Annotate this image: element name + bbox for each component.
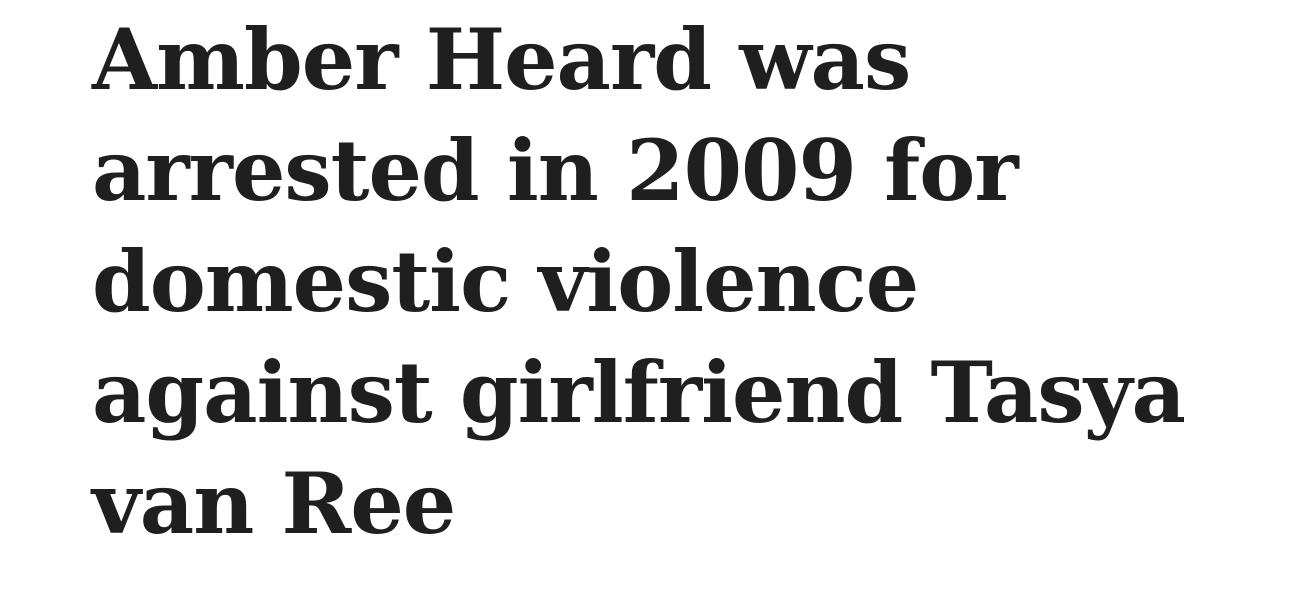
headline-line: arrested in 2009 for [92, 121, 1019, 220]
headline-line: van Ree [92, 454, 456, 553]
headline-line: Amber Heard was [92, 10, 911, 109]
headline-line: domestic violence [92, 232, 919, 331]
article-headline: Amber Heard was arrested in 2009 for dom… [92, 4, 1272, 559]
headline-line: against girlfriend Tasya [92, 343, 1186, 442]
article-header: Amber Heard was arrested in 2009 for dom… [92, 4, 1272, 559]
